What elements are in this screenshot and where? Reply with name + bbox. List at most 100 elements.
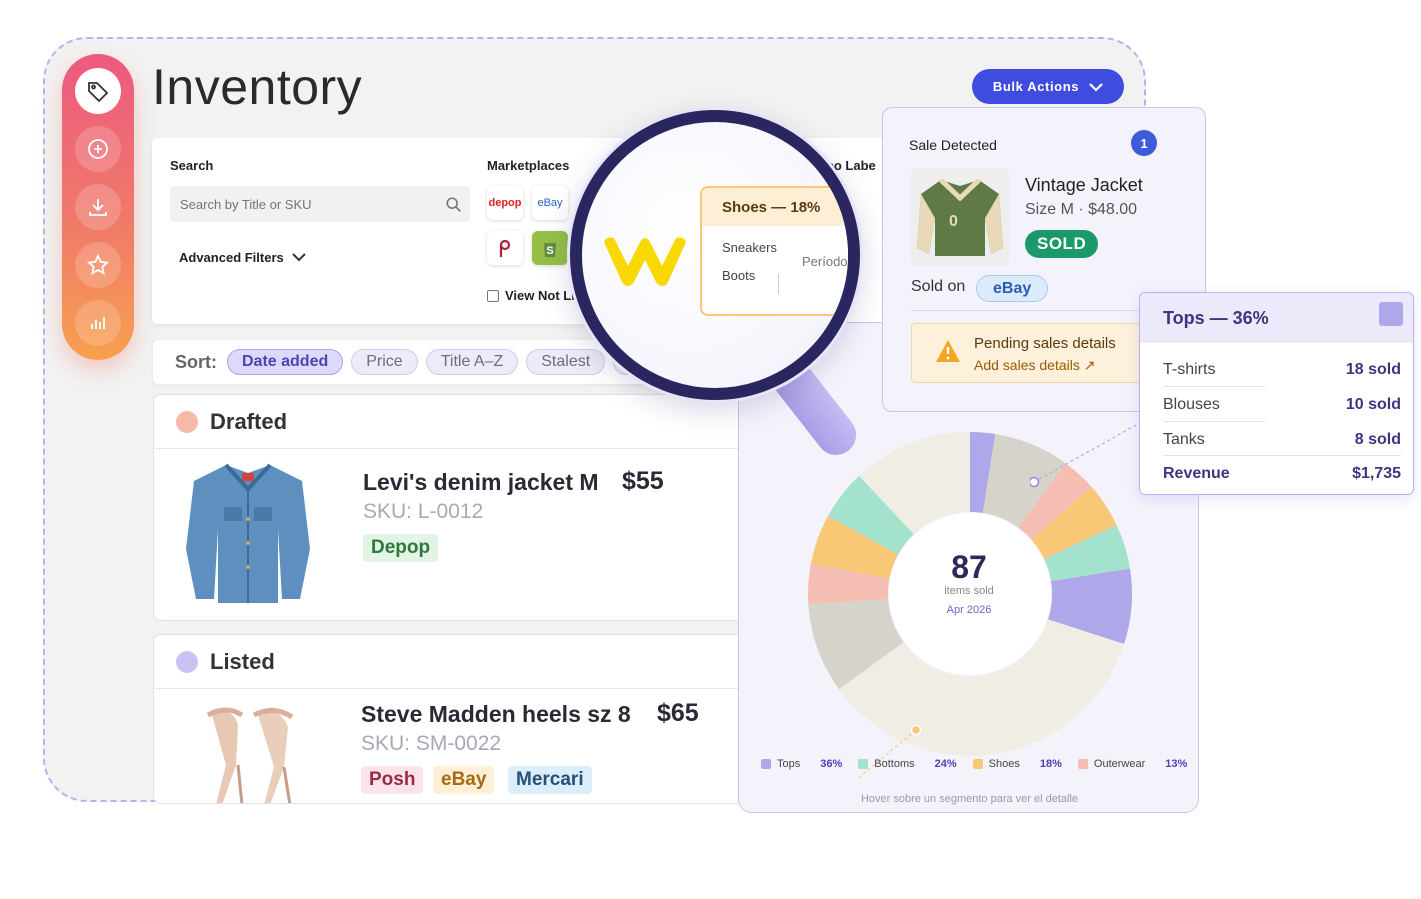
section-title: Drafted: [210, 408, 288, 434]
search-icon: [446, 197, 461, 212]
revenue-row: Revenue $1,735: [1163, 465, 1401, 483]
tag-mercari: Mercari: [508, 766, 592, 794]
item-price: $65: [657, 699, 699, 727]
svg-text:0: 0: [949, 213, 958, 230]
search-input[interactable]: [170, 186, 470, 222]
page-title: Inventory: [152, 59, 363, 115]
item-title[interactable]: Levi's denim jacket M: [363, 469, 599, 496]
row-value: 18 sold: [1345, 361, 1401, 378]
status-dot: [176, 410, 198, 433]
advanced-filters-label: Advanced Filters: [179, 250, 284, 265]
legend-pct: 13%: [1165, 758, 1188, 770]
legend-swatch: [761, 759, 771, 769]
sort-chip-title[interactable]: Title A–Z: [425, 349, 519, 375]
section-title: Listed: [210, 648, 275, 674]
shoes-row: Sneakers: [722, 240, 777, 255]
item-title[interactable]: Steve Madden heels sz 8: [361, 701, 631, 728]
tops-row: Tanks 8 sold: [1163, 431, 1401, 449]
tag-icon[interactable]: [75, 68, 121, 114]
legend-label: Shoes: [988, 758, 1020, 770]
shoes-row: Boots: [722, 268, 756, 283]
add-sales-details-link[interactable]: Add sales details ↗: [974, 357, 1095, 374]
row-name: Blouses: [1163, 396, 1220, 413]
row-value: 10 sold: [1345, 396, 1401, 413]
status-dot: [176, 650, 198, 673]
view-not-listed-label: View Not Li: [505, 288, 575, 303]
search-label: Search: [170, 158, 214, 173]
download-icon[interactable]: [75, 184, 121, 230]
shopify-icon[interactable]: S: [532, 231, 568, 265]
tooltip-connector: [1030, 423, 1139, 488]
magnifier-lens: Shoes — 18% Sneakers Boots Período: [570, 110, 860, 400]
item-sku: SKU: L-0012: [363, 500, 484, 523]
product-thumbnail: 0: [911, 168, 1009, 266]
shoes-tooltip: Shoes — 18% Sneakers Boots Período: [700, 186, 848, 316]
legend-label: Outerwear: [1093, 758, 1146, 770]
shoes-tooltip-title: Shoes — 18%: [702, 188, 848, 226]
star-icon[interactable]: [75, 242, 121, 288]
svg-text:S: S: [546, 245, 553, 257]
bulk-actions-button[interactable]: Bulk Actions: [972, 69, 1124, 104]
chart-legend: Tops 36% Bottoms 24% Shoes 18% Outerwear 13%: [761, 758, 1197, 770]
chart-hint: Hover sobre un segmento para ver el deta…: [860, 793, 1079, 805]
sort-chip-price[interactable]: Price: [351, 349, 418, 375]
divider: [778, 274, 779, 294]
legend-label: Tops: [777, 758, 801, 770]
marketplaces-label: Marketplaces: [487, 158, 570, 173]
marketplace-depop[interactable]: depop: [487, 186, 523, 220]
legend-pct: 36%: [820, 758, 843, 770]
tops-tooltip-title: Tops — 36%: [1140, 293, 1413, 343]
poshmark-icon[interactable]: [487, 231, 523, 265]
sold-on-market[interactable]: eBay: [976, 275, 1049, 302]
view-not-listed-checkbox[interactable]: View Not Li: [487, 288, 575, 303]
item-sku: SKU: SM-0022: [361, 732, 502, 755]
row-value: 8 sold: [1354, 431, 1401, 448]
legend-pct: 18%: [1039, 758, 1062, 770]
item-price: $55: [622, 467, 664, 495]
color-swatch: [1379, 302, 1403, 326]
row-name: T-shirts: [1163, 361, 1216, 378]
product-name: Vintage Jacket: [1025, 175, 1143, 195]
tops-row: Blouses 10 sold: [1163, 396, 1401, 414]
chart-icon[interactable]: [75, 300, 121, 346]
divider: [1163, 421, 1265, 422]
sort-chip-date-added[interactable]: Date added: [227, 349, 344, 375]
center-value: 87: [951, 549, 987, 585]
sort-label: Sort:: [175, 351, 217, 372]
heels-image: [206, 707, 294, 803]
chevron-down-icon: [1089, 82, 1103, 92]
divider: [1163, 386, 1265, 387]
marketplace-ebay[interactable]: eBay: [532, 186, 568, 220]
tops-tooltip: Tops — 36% T-shirts 18 sold Blouses 10 s…: [1139, 292, 1414, 495]
chevron-down-icon: [292, 253, 306, 262]
center-period: Apr 2026: [946, 604, 992, 616]
revenue-label: Revenue: [1163, 465, 1230, 482]
center-label: items sold: [944, 585, 994, 597]
product-meta: Size M · $48.00: [1025, 201, 1138, 218]
sale-title: Sale Detected: [909, 137, 997, 153]
legend-pct: 24%: [934, 758, 957, 770]
sold-badge: SOLD: [1025, 230, 1099, 258]
legend-swatch: [972, 759, 983, 769]
revenue-value: $1,735: [1352, 465, 1401, 482]
bulk-actions-label: Bulk Actions: [992, 79, 1080, 94]
marketplace-logo-icon: [604, 237, 686, 286]
shoes-connector: [855, 724, 922, 781]
legend-swatch: [1077, 759, 1088, 769]
period-label: Período: [802, 254, 848, 269]
plus-circle-icon[interactable]: [75, 126, 121, 172]
pending-title: Pending sales details: [974, 335, 1116, 352]
notification-count-badge: 1: [1131, 130, 1157, 156]
tops-row: T-shirts 18 sold: [1163, 361, 1401, 379]
divider: [1163, 455, 1401, 456]
row-name: Tanks: [1163, 431, 1205, 448]
denim-jacket-image: [186, 463, 310, 603]
sold-on-label: Sold on: [911, 278, 966, 295]
checkbox-box[interactable]: [487, 289, 499, 302]
advanced-filters-toggle[interactable]: Advanced Filters: [179, 250, 306, 265]
varsity-jacket-image: 0: [917, 178, 1003, 256]
warning-icon: [936, 340, 960, 362]
tag-depop: Depop: [363, 534, 439, 562]
sort-chip-stalest[interactable]: Stalest: [526, 349, 606, 375]
tag-posh: Posh: [361, 766, 424, 794]
